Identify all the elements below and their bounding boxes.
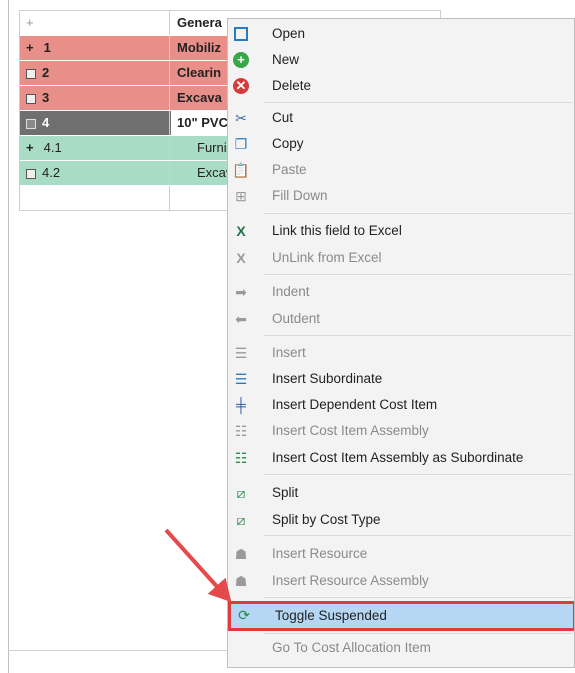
insert-assembly-subordinate-icon: ☷: [234, 450, 248, 466]
menu-item-label: Delete: [272, 78, 312, 93]
split-icon: ⧄: [236, 485, 246, 501]
menu-item-label: Insert Resource Assembly: [272, 573, 429, 588]
indent-icon: ➡: [235, 284, 247, 300]
insert-assembly-icon: ☷: [234, 423, 248, 439]
collapsed-node-icon[interactable]: [26, 168, 36, 179]
menu-separator: [264, 213, 572, 214]
context-menu: Open + New ✕ Delete ✂ Cut ❐ Copy 📋 Paste…: [227, 18, 575, 668]
insert-icon: ☰: [234, 345, 248, 361]
collapsed-node-icon[interactable]: [26, 68, 36, 79]
menu-item-fill-down[interactable]: ⊞ Fill Down: [228, 184, 574, 208]
menu-item-open[interactable]: Open: [228, 22, 574, 46]
open-icon: [232, 25, 250, 43]
excel-link-icon: X: [236, 223, 246, 239]
menu-item-label: Outdent: [272, 311, 321, 326]
menu-item-label: Insert: [272, 345, 306, 360]
insert-dependent-icon: ╪: [236, 397, 246, 413]
menu-item-label: Copy: [272, 136, 304, 151]
menu-separator: [264, 335, 572, 336]
menu-item-label: Insert Subordinate: [272, 371, 383, 386]
scissors-icon: ✂: [235, 110, 247, 126]
menu-item-label: Cut: [272, 110, 294, 125]
menu-separator: [264, 474, 572, 475]
row-id: 2: [42, 65, 50, 80]
menu-item-delete[interactable]: ✕ Delete: [228, 74, 574, 98]
row-id: 4.1: [43, 140, 62, 155]
copy-icon: ❐: [234, 136, 248, 152]
menu-item-label: Insert Cost Item Assembly: [272, 423, 429, 438]
expand-icon[interactable]: +: [26, 36, 40, 60]
menu-item-toggle-suspended[interactable]: ⟳ Toggle Suspended: [228, 601, 574, 631]
menu-item-label: Fill Down: [272, 188, 328, 203]
menu-item-split[interactable]: ⧄ Split: [228, 481, 574, 505]
menu-item-label: Indent: [272, 284, 310, 299]
excel-unlink-icon: X: [236, 250, 246, 266]
outdent-icon: ⬅: [235, 311, 247, 327]
split-cost-type-icon: ⧄: [236, 512, 246, 528]
menu-item-go-to-cost-allocation[interactable]: Go To Cost Allocation Item: [228, 636, 574, 660]
collapsed-node-icon[interactable]: [26, 93, 36, 104]
menu-item-insert-assembly-subordinate[interactable]: ☷ Insert Cost Item Assembly as Subordina…: [228, 446, 574, 470]
menu-item-label: UnLink from Excel: [272, 250, 382, 265]
insert-resource-icon: ☗: [234, 546, 248, 562]
menu-item-insert-dependent-cost-item[interactable]: ╪ Insert Dependent Cost Item: [228, 393, 574, 417]
row-id: 1: [43, 40, 51, 55]
menu-item-unlink-excel[interactable]: X UnLink from Excel: [228, 246, 574, 270]
row-id: 3: [42, 90, 50, 105]
expand-icon[interactable]: +: [26, 136, 40, 160]
menu-item-label: Toggle Suspended: [275, 608, 387, 623]
menu-item-cut[interactable]: ✂ Cut: [228, 106, 574, 130]
menu-item-new[interactable]: + New: [228, 48, 574, 72]
menu-item-label: Insert Dependent Cost Item: [272, 397, 438, 412]
menu-item-indent[interactable]: ➡ Indent: [228, 280, 574, 304]
menu-item-label: Open: [272, 26, 306, 41]
fill-down-icon: ⊞: [235, 188, 247, 204]
menu-item-outdent[interactable]: ⬅ Outdent: [228, 307, 574, 331]
menu-item-label: Insert Resource: [272, 546, 368, 561]
menu-item-split-by-cost-type[interactable]: ⧄ Split by Cost Type: [228, 508, 574, 532]
delete-icon: ✕: [232, 77, 250, 95]
menu-separator: [264, 274, 572, 275]
menu-item-link-excel[interactable]: X Link this field to Excel: [228, 219, 574, 243]
menu-item-copy[interactable]: ❐ Copy: [228, 132, 574, 156]
menu-item-label: Insert Cost Item Assembly as Subordinate: [272, 450, 524, 465]
expanded-node-icon[interactable]: [26, 118, 36, 129]
menu-item-label: Split: [272, 485, 299, 500]
toggle-suspended-icon: ⟳: [238, 607, 250, 623]
header-expand-all[interactable]: +: [20, 11, 170, 35]
row-id: 4.2: [42, 165, 61, 180]
menu-item-insert-subordinate[interactable]: ☰ Insert Subordinate: [228, 367, 574, 391]
menu-item-insert-resource-assembly[interactable]: ☗ Insert Resource Assembly: [228, 569, 574, 593]
new-icon: +: [232, 51, 250, 69]
menu-separator: [264, 633, 572, 634]
menu-item-label: Link this field to Excel: [272, 223, 402, 238]
menu-separator: [264, 597, 572, 598]
row-id: 4: [42, 115, 50, 130]
menu-item-insert-cost-item-assembly[interactable]: ☷ Insert Cost Item Assembly: [228, 419, 574, 443]
insert-subordinate-icon: ☰: [234, 371, 248, 387]
menu-item-insert-resource[interactable]: ☗ Insert Resource: [228, 542, 574, 566]
menu-item-paste[interactable]: 📋 Paste: [228, 158, 574, 182]
menu-item-label: Paste: [272, 162, 307, 177]
menu-item-label: Split by Cost Type: [272, 512, 381, 527]
menu-item-insert[interactable]: ☰ Insert: [228, 341, 574, 365]
menu-item-label: New: [272, 52, 300, 67]
menu-item-label: Go To Cost Allocation Item: [272, 640, 431, 655]
menu-separator: [264, 102, 572, 103]
menu-separator: [264, 535, 572, 536]
paste-icon: 📋: [232, 162, 250, 178]
